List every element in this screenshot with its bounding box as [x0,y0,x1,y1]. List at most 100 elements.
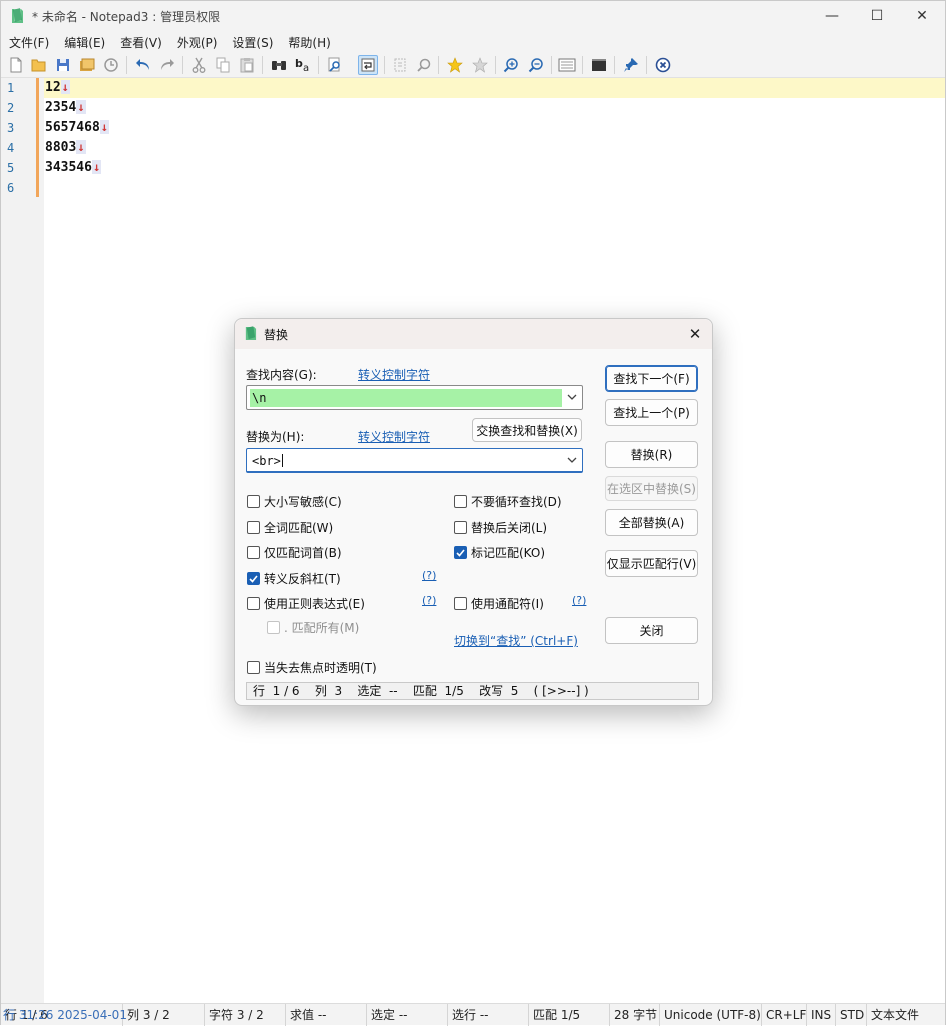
new-file-icon[interactable] [6,55,26,75]
regex-help-link[interactable]: (?) [422,594,436,607]
redo-icon[interactable] [157,55,177,75]
find-input[interactable]: \n [246,385,583,410]
cut-icon[interactable] [189,55,209,75]
show-matching-lines-button[interactable]: 仅显示匹配行(V) [605,550,698,577]
swap-find-replace-button[interactable]: 交换查找和替换(X) [472,418,582,442]
status-selection: 选定 -- [367,1004,448,1026]
zoom-find-icon[interactable] [414,55,434,75]
pin-icon[interactable] [621,55,641,75]
dialog-title-bar[interactable]: 替换 ✕ [235,319,712,349]
status-encoding[interactable]: Unicode (UTF-8) [660,1004,762,1026]
minimize-button[interactable]: — [809,1,855,31]
no-wrap-checkbox[interactable]: 不要循环查找(D) [454,493,562,510]
replace-escape-link[interactable]: 转义控制字符 [358,428,430,445]
copy-icon[interactable] [213,55,233,75]
status-file-type[interactable]: 文本文件 [867,1004,945,1026]
line-number: 4 [7,141,15,155]
dialog-close-button[interactable]: ✕ [683,323,707,345]
dot-matches-all-checkbox[interactable]: . 匹配所有(M) [267,619,359,636]
find-next-button[interactable]: 查找下一个(F) [605,365,698,392]
svg-text:b: b [295,57,303,70]
checkbox-box [247,597,260,610]
terminal-icon[interactable] [589,55,609,75]
transparent-checkbox[interactable]: 当失去焦点时透明(T) [247,659,377,676]
save-icon[interactable] [53,55,73,75]
close-after-replace-checkbox[interactable]: 替换后关闭(L) [454,519,547,536]
find-in-files-icon[interactable] [325,55,345,75]
menu-view[interactable]: 查看(V) [112,31,169,52]
exit-icon[interactable] [653,55,673,75]
checkbox-label: 仅匹配词首(B) [264,546,342,560]
check-icon [247,572,260,585]
checkbox-box [454,495,467,508]
word-wrap-icon[interactable] [358,55,378,75]
switch-to-find-link[interactable]: 切换到“查找” (Ctrl+F) [454,632,578,649]
regex-checkbox[interactable]: 使用正则表达式(E) [247,595,365,612]
status-std[interactable]: STD [836,1004,867,1026]
find-escape-link[interactable]: 转义控制字符 [358,366,430,383]
toolbar-separator [614,56,615,74]
menu-settings[interactable]: 设置(S) [224,31,280,52]
open-folder-icon[interactable] [29,55,49,75]
line-number: 2 [7,101,15,115]
line-number-gutter: 1 2 3 4 5 6 [1,78,44,1003]
chevron-down-icon[interactable] [566,454,578,466]
replace-text: <br> [252,454,281,468]
line-ending-marker: ↓ [91,160,102,174]
status-bar: 行 1 / 6 行 31:26 2025-04-01 列 3 / 2 字符 3 … [1,1003,945,1026]
title-bar: * 未命名 - Notepad3 : 管理员权限 — ☐ ✕ [1,1,945,31]
favorites-icon[interactable] [470,55,490,75]
status-eol[interactable]: CR+LF [762,1004,807,1026]
toolbar-separator [438,56,439,74]
replace-value: <br> [250,452,285,470]
checkbox-box [454,521,467,534]
close-icon: ✕ [916,8,928,24]
replace-all-button[interactable]: 全部替换(A) [605,509,698,536]
menu-bar: 文件(F) 编辑(E) 查看(V) 外观(P) 设置(S) 帮助(H) [1,31,945,52]
replace-input[interactable]: <br> [246,448,583,473]
dialog-status-bar: 行 1 / 6 列 3 选定 -- 匹配 1/5 改写 5 ( [>>--] ) [246,682,699,700]
replace-in-selection-button[interactable]: 在选区中替换(S) [605,476,698,501]
match-case-checkbox[interactable]: 大小写敏感(C) [247,493,342,510]
find-previous-button[interactable]: 查找上一个(P) [605,399,698,426]
checkbox-label: 大小写敏感(C) [264,495,342,509]
menu-help[interactable]: 帮助(H) [280,31,337,52]
status-sum: 求值 -- [286,1004,367,1026]
escape-backslash-checkbox[interactable]: 转义反斜杠(T) [247,570,341,587]
replace-button[interactable]: 替换(R) [605,441,698,468]
checkbox-label: 使用通配符(I) [471,597,544,611]
status-insert-mode[interactable]: INS [807,1004,836,1026]
dialog-title: 替换 [264,328,289,342]
maximize-button[interactable]: ☐ [854,1,900,31]
save-as-icon[interactable] [77,55,97,75]
revert-icon[interactable] [101,55,121,75]
favorite-add-icon[interactable] [445,55,465,75]
escape-help-link[interactable]: (?) [422,569,436,582]
menu-edit[interactable]: 编辑(E) [56,31,112,52]
zoom-in-icon[interactable] [501,55,521,75]
replace-icon[interactable]: ba [293,55,313,75]
notepad3-app-icon [12,8,23,23]
menu-file[interactable]: 文件(F) [1,31,56,52]
wildcards-checkbox[interactable]: 使用通配符(I) [454,595,544,612]
menu-appearance[interactable]: 外观(P) [169,31,225,52]
chevron-down-icon[interactable] [566,391,578,403]
close-window-button[interactable]: ✕ [899,1,945,31]
select-all-icon[interactable] [390,55,410,75]
line-number: 1 [7,81,15,95]
mark-matches-checkbox[interactable]: 标记匹配(KO) [454,544,545,561]
checkbox-box [247,521,260,534]
minimize-icon: — [825,8,839,24]
status-chars: 字符 3 / 2 [205,1004,286,1026]
wildcards-help-link[interactable]: (?) [572,594,586,607]
zoom-out-icon[interactable] [526,55,546,75]
word-start-checkbox[interactable]: 仅匹配词首(B) [247,544,342,561]
close-button[interactable]: 关闭 [605,617,698,644]
settings-icon[interactable] [557,55,577,75]
paste-icon[interactable] [237,55,257,75]
whole-word-checkbox[interactable]: 全词匹配(W) [247,519,333,536]
find-icon[interactable] [269,55,289,75]
checkbox-box [247,661,260,674]
line-ending-marker: ↓ [76,140,86,154]
undo-icon[interactable] [133,55,153,75]
